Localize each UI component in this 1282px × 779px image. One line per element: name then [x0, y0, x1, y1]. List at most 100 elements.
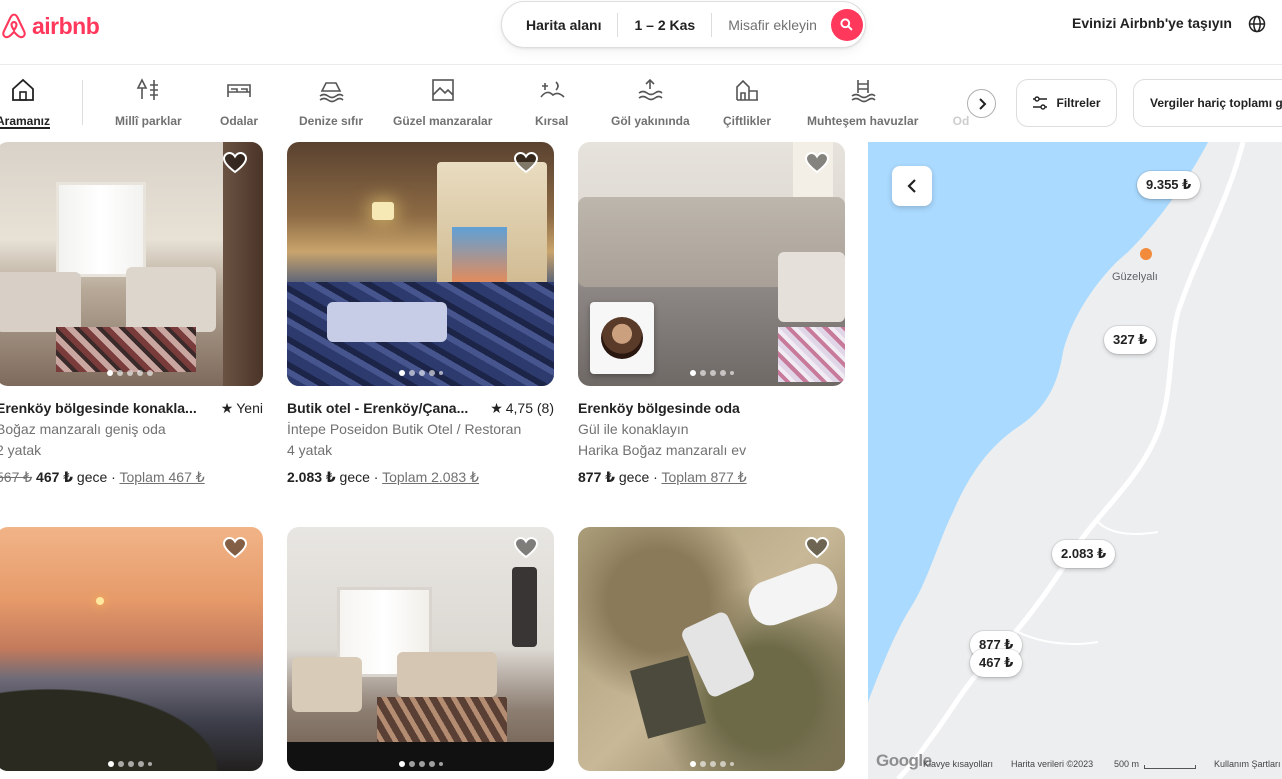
- rug-image: [56, 327, 196, 372]
- listing-card[interactable]: Butik otel - Erenköy/Çana... ★ 4,75 (8) İ…: [287, 142, 554, 488]
- map-price-pin[interactable]: 467 ₺: [970, 649, 1023, 677]
- price-night: 2.083 ₺: [287, 469, 336, 485]
- category-bar: Aramanız Millî parklar Odalar Denize sıf…: [0, 65, 1282, 142]
- category-pools[interactable]: Muhteşem havuzlar: [807, 77, 918, 128]
- lakefront-icon: [638, 78, 663, 101]
- heart-icon[interactable]: [514, 152, 538, 174]
- sofa-image: [126, 267, 216, 332]
- photo-dots: [578, 761, 845, 767]
- photo-dots: [0, 370, 263, 376]
- listing-subtitle: Gül ile konaklayın: [578, 421, 689, 437]
- keyboard-shortcuts-link[interactable]: Klavye kısayolları: [923, 759, 993, 769]
- listing-card[interactable]: [578, 527, 845, 771]
- heart-icon[interactable]: [223, 152, 247, 174]
- sofa-image: [0, 272, 81, 332]
- sea-area: [868, 142, 1208, 702]
- national-park-icon: [137, 78, 159, 100]
- map-price-pin[interactable]: 327 ₺: [1104, 326, 1157, 354]
- tent-image: [629, 655, 707, 739]
- filters-button[interactable]: Filtreler: [1016, 79, 1117, 127]
- heart-icon[interactable]: [805, 152, 829, 174]
- search-area-button[interactable]: Harita alanı: [502, 17, 617, 33]
- door-image: [223, 142, 263, 386]
- listing-card[interactable]: Erenköy bölgesinde oda Gül ile konaklayı…: [578, 142, 845, 488]
- category-label: Göl yakınında: [611, 114, 690, 128]
- countryside-icon: [540, 81, 565, 98]
- listing-title: Butik otel - Erenköy/Çana...: [287, 400, 469, 416]
- host-avatar-card[interactable]: [590, 302, 654, 374]
- sun-image: [96, 597, 104, 605]
- star-icon: ★: [220, 400, 234, 416]
- airbnb-logo-icon: [2, 13, 26, 39]
- category-farms[interactable]: Çiftlikler: [723, 77, 771, 128]
- price-total[interactable]: Toplam 2.083 ₺: [382, 469, 479, 485]
- lamp-image: [372, 202, 394, 220]
- category-label: Kırsal: [535, 114, 569, 128]
- map-panel[interactable]: Güzelyalı 9.355 ₺ 327 ₺ 2.083 ₺ 877 ₺ 46…: [868, 142, 1282, 779]
- pool-icon: [851, 80, 876, 103]
- map-collapse-button[interactable]: [892, 166, 932, 206]
- armchair-image: [292, 657, 362, 712]
- listing-price: 877 ₺ gece · Toplam 877 ₺: [578, 467, 845, 488]
- listing-card[interactable]: [0, 527, 263, 771]
- price-night: 877 ₺: [578, 469, 615, 485]
- price-total[interactable]: Toplam 877 ₺: [661, 469, 746, 485]
- restaurant-marker: [1140, 248, 1152, 260]
- listing-title: Erenköy bölgesinde konakla...: [0, 400, 197, 416]
- heart-icon[interactable]: [223, 537, 247, 559]
- listing-rating-text: 4,75 (8): [505, 400, 554, 416]
- sofa-image: [397, 652, 497, 697]
- map-canvas: [868, 142, 1246, 779]
- listing-rating-text: Yeni: [236, 400, 263, 416]
- price-per: gece ·: [615, 469, 662, 485]
- category-next-button[interactable]: [967, 89, 996, 118]
- photo-dots: [287, 761, 554, 767]
- category-label: Aramanız: [0, 114, 51, 128]
- search-guests-button[interactable]: Misafir ekleyin: [712, 17, 827, 33]
- beachfront-icon: [319, 82, 344, 103]
- category-lakefront[interactable]: Göl yakınında: [611, 77, 690, 128]
- host-link[interactable]: Evinizi Airbnb'ye taşıyın: [1072, 15, 1232, 31]
- listing-title: Erenköy bölgesinde oda: [578, 400, 740, 416]
- map-price-pin[interactable]: 9.355 ₺: [1137, 171, 1201, 199]
- price-night: 467 ₺: [36, 469, 74, 485]
- heart-icon[interactable]: [805, 537, 829, 559]
- category-national-parks[interactable]: Millî parklar: [115, 77, 182, 128]
- listing-photo[interactable]: [0, 527, 263, 771]
- price-per: gece ·: [335, 469, 383, 485]
- category-rooms[interactable]: Odalar: [220, 77, 258, 128]
- listing-price: 2.083 ₺ gece · Toplam 2.083 ₺: [287, 467, 554, 488]
- listing-info: Erenköy bölgesinde konakla... ★ Yeni Boğa…: [0, 398, 263, 488]
- listing-photo[interactable]: [0, 142, 263, 386]
- price-total[interactable]: Toplam 467 ₺: [119, 469, 204, 485]
- listing-subtitle: İntepe Poseidon Butik Otel / Restoran: [287, 421, 522, 437]
- map-price-pin[interactable]: 2.083 ₺: [1052, 540, 1116, 568]
- heart-icon[interactable]: [514, 537, 538, 559]
- listing-photo[interactable]: [287, 527, 554, 771]
- price-per: gece ·: [73, 469, 120, 485]
- tax-toggle-button[interactable]: Vergiler hariç toplamı göster: [1133, 79, 1282, 127]
- sofa-arm-image: [778, 252, 845, 322]
- category-countryside[interactable]: Kırsal: [535, 77, 568, 128]
- category-amazing-views[interactable]: Güzel manzaralar: [393, 77, 492, 128]
- category-label: Güzel manzaralar: [393, 114, 493, 128]
- search-bar[interactable]: Harita alanı 1 – 2 Kas Misafir ekleyin: [501, 1, 866, 48]
- search-submit-button[interactable]: [830, 8, 863, 41]
- globe-icon[interactable]: [1248, 15, 1266, 33]
- listing-photo[interactable]: [578, 527, 845, 771]
- listing-card[interactable]: Erenköy bölgesinde konakla... ★ Yeni Boğa…: [0, 142, 263, 488]
- stove-image: [512, 567, 537, 647]
- terms-link[interactable]: Kullanım Şartları: [1214, 759, 1281, 769]
- listing-rating: ★ Yeni: [221, 398, 263, 419]
- category-beachfront[interactable]: Denize sıfır: [299, 77, 363, 128]
- listing-card[interactable]: [287, 527, 554, 771]
- listing-photo[interactable]: [578, 142, 845, 386]
- sliders-icon: [1033, 96, 1048, 110]
- category-label: Denize sıfır: [299, 114, 364, 128]
- star-icon: ★: [490, 400, 503, 416]
- listing-subtitle: Boğaz manzaralı geniş oda: [0, 421, 166, 437]
- airbnb-logo[interactable]: airbnb: [0, 10, 100, 42]
- listing-photo[interactable]: [287, 142, 554, 386]
- category-aramaniz[interactable]: Aramanız: [0, 77, 51, 129]
- search-dates-button[interactable]: 1 – 2 Kas: [618, 17, 711, 33]
